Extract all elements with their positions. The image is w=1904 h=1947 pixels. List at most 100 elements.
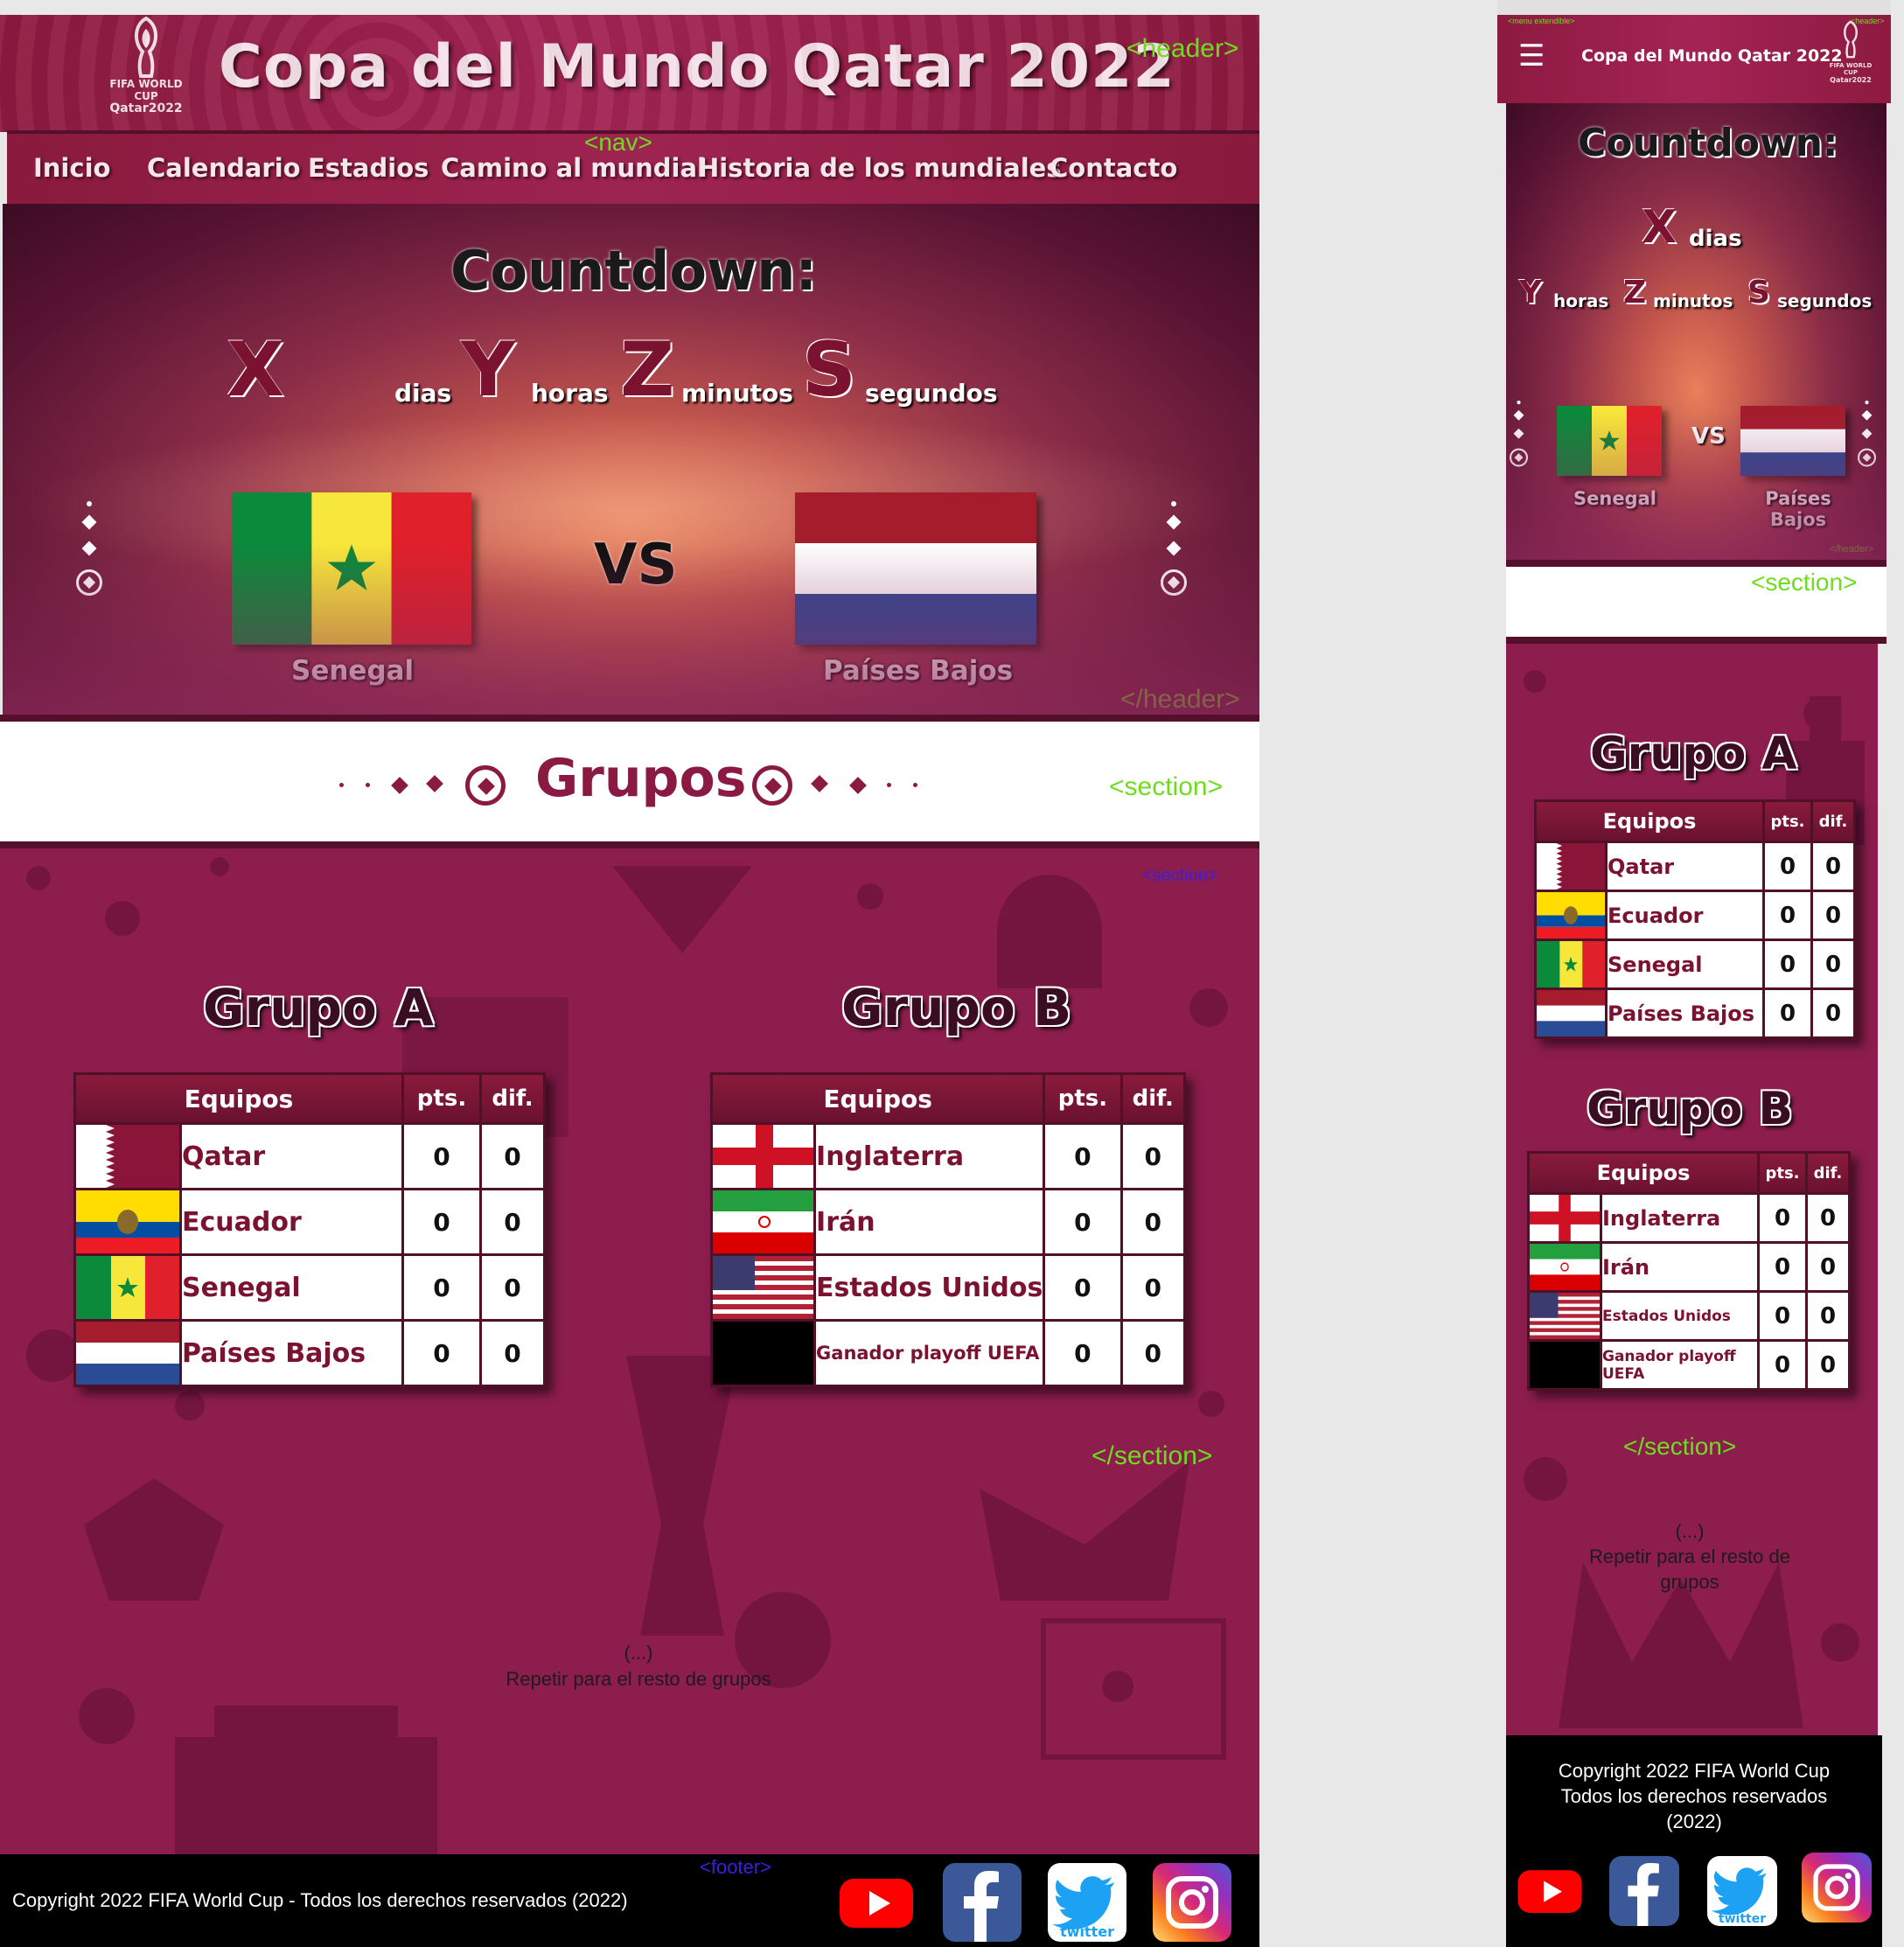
divider	[0, 841, 1259, 848]
annotation-section-end: </section>	[1091, 1441, 1213, 1470]
flag-iran	[713, 1190, 814, 1253]
nav-item-camino[interactable]: Camino al mundial	[441, 153, 706, 183]
nav-item-inicio[interactable]: Inicio	[33, 153, 110, 183]
instagram-icon[interactable]	[1802, 1853, 1872, 1923]
group-a-title: Grupo A	[1590, 728, 1797, 780]
football-icon	[1161, 569, 1187, 596]
divider	[1506, 637, 1887, 644]
flag-qatar	[1537, 843, 1605, 890]
team-dif: 0	[482, 1190, 543, 1253]
team-pts: 0	[1765, 843, 1810, 890]
flag-ecuador	[1537, 892, 1605, 939]
days-label: dias	[1689, 226, 1742, 252]
nav-item-calendario[interactable]: Calendario	[147, 153, 301, 183]
nav-item-historia[interactable]: Historia de los mundiales	[698, 153, 1062, 183]
decoration-left	[1510, 401, 1528, 467]
table-row[interactable]: Países Bajos 0 0	[76, 1322, 543, 1385]
table-row[interactable]: Irán 0 0	[713, 1190, 1183, 1253]
hours-label: horas	[1553, 290, 1609, 311]
team-dif: 0	[1813, 892, 1853, 939]
instagram-icon[interactable]	[1153, 1863, 1231, 1942]
flag-senegal[interactable]	[232, 492, 471, 645]
team-name: Senegal	[1608, 941, 1762, 987]
table-row[interactable]: Ecuador 0 0	[1537, 892, 1853, 939]
table-row[interactable]: Qatar 0 0	[76, 1125, 543, 1188]
twitter-icon[interactable]: twitter	[1707, 1856, 1777, 1926]
nav-item-estadios[interactable]: Estadios	[308, 153, 429, 183]
mobile-footer: Copyright 2022 FIFA World Cup Todos los …	[1506, 1735, 1882, 1947]
flag-usa	[713, 1256, 814, 1319]
col-pts: pts.	[1045, 1075, 1120, 1122]
nav-item-contacto[interactable]: Contacto	[1050, 153, 1177, 183]
minutes-value: Z	[620, 326, 675, 414]
hours-value: Y	[461, 326, 516, 414]
col-dif: dif.	[1813, 802, 1853, 841]
flag-senegal[interactable]	[1557, 406, 1662, 476]
col-pts: pts.	[404, 1075, 479, 1122]
table-row[interactable]: Ganador playoff UEFA 0 0	[713, 1322, 1183, 1385]
table-row[interactable]: Estados Unidos 0 0	[1530, 1293, 1848, 1339]
col-dif: dif.	[1808, 1154, 1848, 1192]
table-row[interactable]: Qatar 0 0	[1537, 843, 1853, 890]
logo-line1: FIFA WORLD CUP	[109, 78, 183, 102]
team-pts: 0	[1760, 1342, 1805, 1388]
footer: <footer> Copyright 2022 FIFA World Cup -…	[0, 1854, 1259, 1947]
team-pts: 0	[1760, 1195, 1805, 1241]
youtube-icon[interactable]	[1515, 1854, 1585, 1924]
table-row[interactable]: Estados Unidos 0 0	[713, 1256, 1183, 1319]
flag-qatar	[76, 1125, 179, 1188]
table-row[interactable]: Ganador playoff UEFA 0 0	[1530, 1342, 1848, 1388]
flag-unknown	[713, 1322, 814, 1385]
col-equipos: Equipos	[76, 1075, 401, 1122]
team1-name: Senegal	[1573, 488, 1656, 509]
flag-netherlands[interactable]	[795, 492, 1036, 645]
logo-line2: Qatar2022	[109, 101, 183, 115]
flag-england	[713, 1125, 814, 1188]
team-pts: 0	[1045, 1256, 1120, 1319]
groups-section: <section> Grupo A Equipos pts. dif. Qata…	[0, 848, 1259, 1854]
table-row[interactable]: Inglaterra 0 0	[713, 1125, 1183, 1188]
decoration-right	[1858, 401, 1876, 467]
table-row[interactable]: Senegal 0 0	[76, 1256, 543, 1319]
group-b-table-mobile: Equipos pts. dif. Inglaterra 0 0 Irán 0 …	[1527, 1151, 1851, 1391]
table-row[interactable]: Inglaterra 0 0	[1530, 1195, 1848, 1241]
repeat-note: (...) Repetir para el resto de grupos	[499, 1640, 778, 1692]
twitter-icon[interactable]: twitter	[1048, 1863, 1126, 1942]
table-row[interactable]: Ecuador 0 0	[76, 1190, 543, 1253]
annotation-footer: <footer>	[700, 1856, 771, 1878]
table-row[interactable]: Senegal 0 0	[1537, 941, 1853, 987]
vs-label: VS	[1691, 423, 1726, 450]
team-name: Qatar	[182, 1125, 401, 1188]
annotation-section-inner: <section>	[1142, 866, 1218, 885]
copyright: Copyright 2022 FIFA World Cup - Todos lo…	[12, 1889, 628, 1911]
team-pts: 0	[1760, 1293, 1805, 1339]
minutes-label: minutos	[681, 379, 793, 408]
flag-senegal	[76, 1256, 179, 1319]
flag-usa	[1530, 1293, 1600, 1339]
mobile-hero: Countdown: X dias Y horas Z minutos S se…	[1506, 103, 1887, 567]
annotation-header: <header>	[1851, 17, 1885, 25]
table-row[interactable]: Irán 0 0	[1530, 1244, 1848, 1290]
team-name: Senegal	[182, 1256, 401, 1319]
team-dif: 0	[1808, 1195, 1848, 1241]
repeat-ellipsis: (...)	[1675, 1520, 1705, 1542]
facebook-icon[interactable]	[943, 1863, 1022, 1942]
team-dif: 0	[482, 1322, 543, 1385]
col-dif: dif.	[482, 1075, 543, 1122]
fifa-logo[interactable]: FIFA WORLD CUP Qatar2022	[98, 16, 194, 115]
annotation-header-end: </header>	[1830, 544, 1874, 555]
youtube-icon[interactable]	[836, 1861, 917, 1940]
team2-name: Países Bajos	[1763, 488, 1833, 530]
flag-ecuador	[76, 1190, 179, 1253]
flag-england	[1530, 1195, 1600, 1241]
table-row[interactable]: Países Bajos 0 0	[1537, 990, 1853, 1036]
seconds-label: segundos	[1777, 290, 1873, 311]
flag-netherlands[interactable]	[1740, 406, 1845, 476]
facebook-icon[interactable]	[1609, 1856, 1679, 1926]
flag-iran	[1530, 1244, 1600, 1290]
fifa-logo[interactable]: FIFA WORLD CUP Qatar2022	[1823, 20, 1879, 84]
seconds-label: segundos	[865, 379, 998, 408]
hamburger-menu-icon[interactable]: ☰	[1518, 41, 1545, 71]
team-pts: 0	[404, 1125, 479, 1188]
minutes-label: minutos	[1653, 290, 1733, 311]
